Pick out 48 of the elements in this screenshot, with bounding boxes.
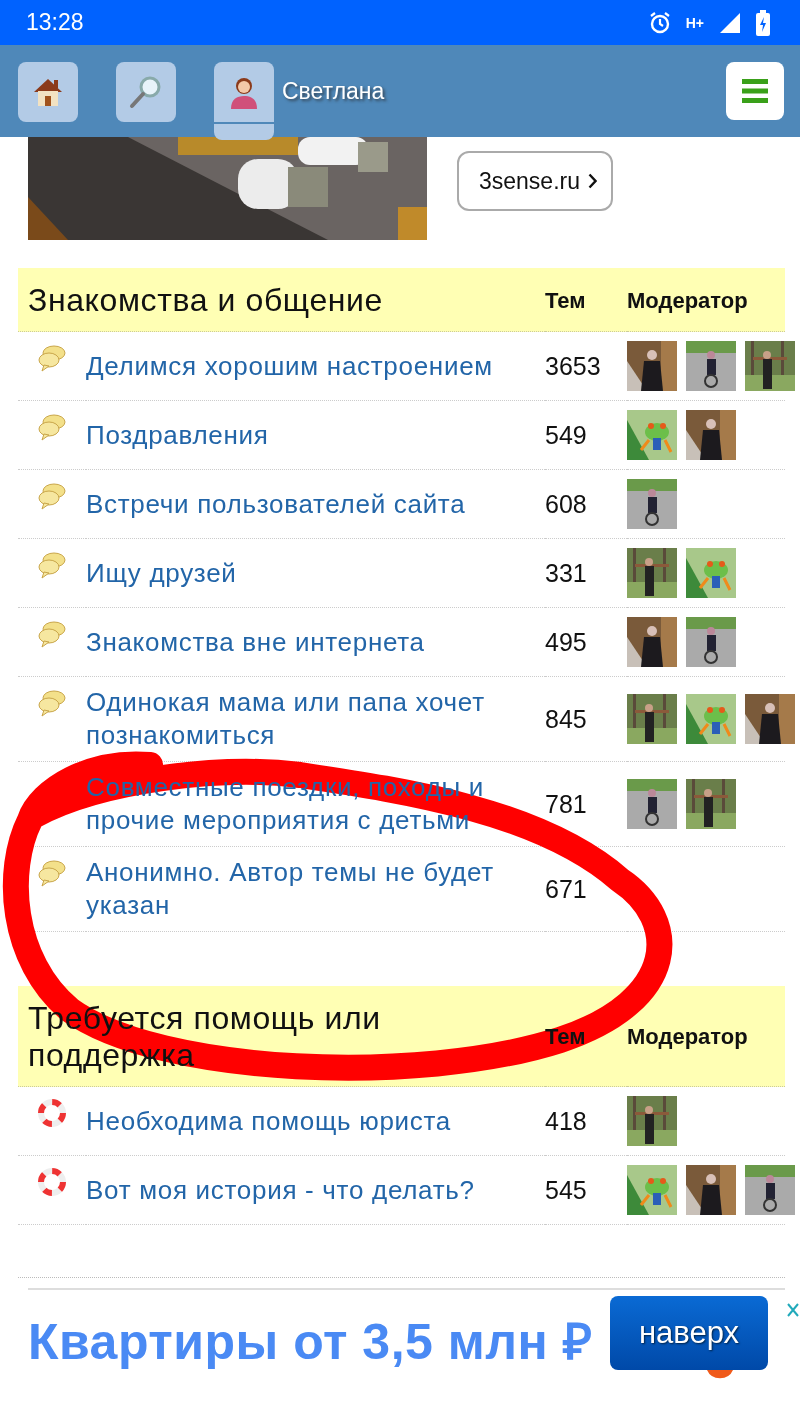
topic-count: 549 — [545, 420, 587, 450]
forum-link[interactable]: Анонимно. Автор темы не будет указан — [86, 856, 523, 922]
speech-bubbles-icon — [38, 413, 66, 441]
topic-count: 781 — [545, 789, 587, 819]
close-icon[interactable] — [787, 1302, 799, 1318]
topic-count: 608 — [545, 489, 587, 519]
column-header: Модератор — [627, 1024, 748, 1050]
network-type: H+ — [685, 15, 704, 30]
topic-count: 545 — [545, 1175, 587, 1205]
home-button[interactable] — [18, 62, 78, 122]
topic-count: 418 — [545, 1106, 587, 1136]
section-title: Знакомства и общение — [28, 282, 383, 319]
lifebuoy-icon — [38, 1168, 66, 1196]
chevron-right-icon — [588, 173, 597, 189]
speech-bubbles-icon — [38, 344, 66, 372]
topic-count: 671 — [545, 874, 587, 904]
speech-bubbles-icon — [38, 482, 66, 510]
forum-link[interactable]: Знакомства вне интернета — [86, 625, 425, 659]
profile-button[interactable] — [214, 62, 274, 140]
speech-bubbles-icon — [38, 551, 66, 579]
forum-link[interactable]: Ищу друзей — [86, 556, 237, 590]
forum-link[interactable]: Одинокая мама или папа хочет познакомиться — [86, 686, 523, 752]
forum-link[interactable]: Встречи пользователей сайта — [86, 487, 466, 521]
speech-bubbles-icon — [38, 859, 66, 887]
speech-bubbles-icon — [38, 689, 66, 717]
column-header: Тем — [545, 1024, 586, 1050]
forum-link[interactable]: Поздравления — [86, 418, 269, 452]
column-header: Модератор — [627, 287, 748, 314]
forum-link[interactable]: Необходима помощь юриста — [86, 1104, 451, 1138]
forum-link[interactable]: Вот моя история - что делать? — [86, 1173, 475, 1207]
forum-link[interactable]: Делимся хорошим настроением — [86, 349, 493, 383]
lifebuoy-icon — [38, 1099, 66, 1127]
topic-count: 3653 — [545, 351, 601, 381]
battery-icon — [756, 9, 770, 36]
menu-icon — [742, 79, 768, 103]
speech-bubbles-icon — [38, 620, 66, 648]
topic-count: 331 — [545, 558, 587, 588]
topic-count: 845 — [545, 704, 587, 734]
user-name: Светлана — [282, 78, 386, 105]
clock-time: 13:28 — [26, 9, 85, 36]
woman-avatar-icon — [228, 75, 260, 109]
ad-headline[interactable]: Квартиры от 3,5 млн ₽ — [28, 1306, 593, 1374]
topic-count: 495 — [545, 627, 587, 657]
scroll-to-top-button[interactable]: наверх — [610, 1296, 768, 1370]
menu-button[interactable] — [726, 62, 784, 120]
column-header: Тем — [545, 287, 586, 314]
search-button[interactable] — [116, 62, 176, 122]
site-link-button[interactable]: 3sense.ru — [457, 151, 613, 211]
